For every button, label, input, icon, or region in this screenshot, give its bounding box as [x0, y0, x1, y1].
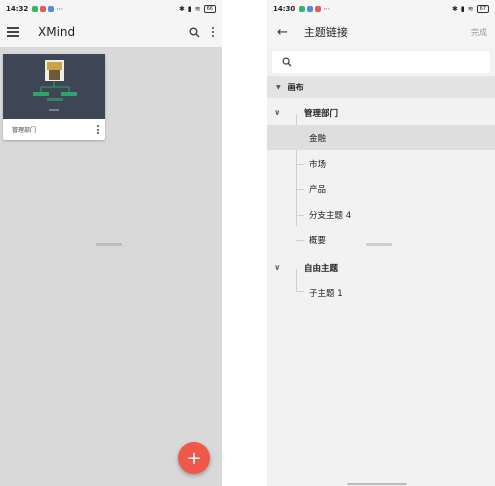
menu-icon[interactable]: [7, 25, 19, 39]
create-document-button[interactable]: +: [178, 442, 210, 474]
signal-icon: ▮: [187, 4, 192, 13]
xmind-home-screen: 14:32 ⋯ ✱ ▮ ≋ 66 XMind 管理部门 +: [0, 0, 222, 486]
gesture-bar: [347, 483, 407, 485]
bluetooth-icon: ✱: [179, 4, 185, 13]
more-notifications-icon: ⋯: [323, 4, 331, 13]
topic-label: 产品: [309, 184, 327, 195]
topic-label: 金融: [309, 133, 327, 144]
topic-label: 分支主题 4: [309, 210, 352, 221]
document-card-footer: 管理部门: [3, 119, 105, 140]
topic-item-floating[interactable]: ∨ 自由主题: [267, 255, 495, 280]
back-arrow-icon[interactable]: ←: [277, 25, 288, 40]
document-card[interactable]: 管理部门: [3, 54, 105, 140]
signal-icon: ▮: [460, 4, 465, 13]
search-icon: [282, 57, 292, 67]
status-time: 14:30: [273, 4, 296, 13]
wifi-icon: ≋: [467, 4, 474, 13]
app-bar: ← 主题链接 完成: [267, 17, 495, 47]
app-title: XMind: [38, 25, 76, 39]
topic-item-summary[interactable]: 概要: [267, 227, 495, 252]
document-thumbnail: [3, 54, 105, 119]
battery-icon: 67: [476, 4, 489, 13]
done-button[interactable]: 完成: [471, 27, 487, 38]
chevron-down-icon[interactable]: ∨: [274, 263, 281, 272]
search-bar[interactable]: [272, 51, 490, 73]
chevron-down-icon[interactable]: ∨: [274, 108, 281, 117]
canvas-label: 画布: [287, 82, 304, 92]
topic-label: 子主题 1: [309, 288, 343, 299]
notification-icon: [40, 5, 47, 12]
page-title: 主题链接: [303, 26, 348, 39]
notification-icon: [32, 5, 39, 12]
search-input[interactable]: [298, 56, 452, 68]
status-bar: 14:30 ⋯ ✱ ▮ ≋ 67: [267, 0, 495, 17]
canvas-section-header[interactable]: ▼ 画布: [267, 76, 495, 98]
topic-item-finance[interactable]: 金融: [267, 125, 495, 150]
collapse-caret-icon: ▼: [276, 83, 281, 91]
notification-icon: [48, 5, 55, 12]
topic-item-market[interactable]: 市场: [267, 151, 495, 176]
more-notifications-icon: ⋯: [56, 4, 64, 13]
status-time: 14:32: [6, 4, 29, 13]
topic-item-management[interactable]: ∨ 管理部门: [267, 100, 495, 125]
topic-item-subtopic-1[interactable]: 子主题 1: [267, 280, 495, 305]
notification-icon: [315, 5, 322, 12]
topic-label: 概要: [309, 235, 327, 246]
add-icon: +: [186, 447, 202, 469]
topic-item-branch-4[interactable]: 分支主题 4: [267, 202, 495, 227]
search-icon[interactable]: [189, 27, 200, 38]
topic-link-screen: 14:30 ⋯ ✱ ▮ ≋ 67 ← 主题链接 完成 ▼ 画布 ∨ 管理部门 金…: [267, 0, 495, 486]
watermark-logo: [366, 243, 392, 246]
notification-icon: [299, 5, 306, 12]
topic-label: 市场: [309, 159, 327, 170]
battery-icon: 66: [203, 4, 216, 13]
app-bar: XMind: [0, 17, 222, 47]
document-name: 管理部门: [12, 127, 37, 134]
overflow-menu-icon[interactable]: [211, 26, 214, 38]
bluetooth-icon: ✱: [452, 4, 458, 13]
watermark-logo: [96, 243, 122, 246]
mindmap-preview: [33, 60, 77, 111]
topic-label: 自由主题: [304, 263, 339, 274]
document-more-icon[interactable]: [97, 124, 99, 135]
topic-item-product[interactable]: 产品: [267, 176, 495, 201]
status-bar: 14:32 ⋯ ✱ ▮ ≋ 66: [0, 0, 222, 17]
wifi-icon: ≋: [194, 4, 201, 13]
notification-icon: [307, 5, 314, 12]
topic-label: 管理部门: [304, 108, 339, 119]
